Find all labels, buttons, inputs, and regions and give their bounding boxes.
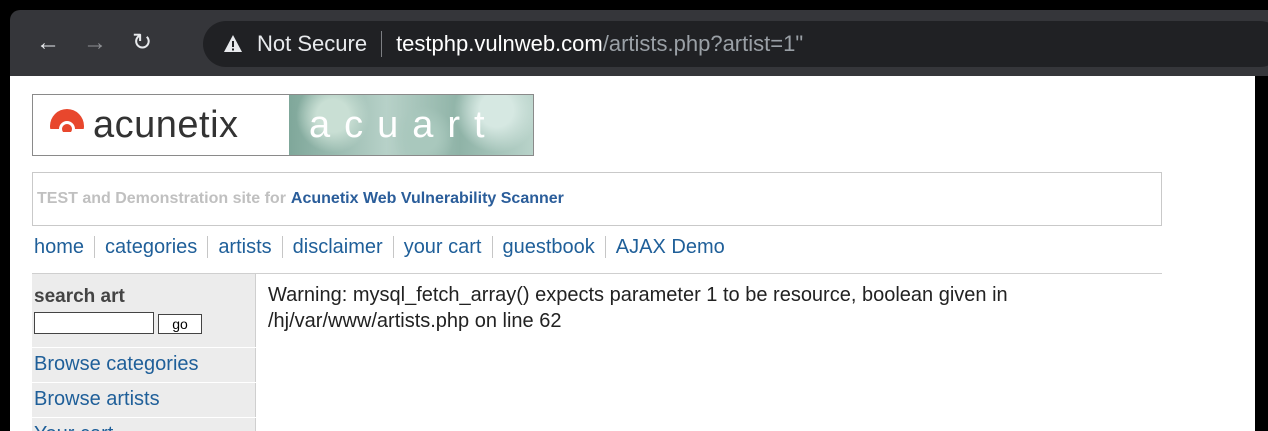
warning-icon[interactable] — [223, 34, 243, 54]
sidebar: search art go Browse categories Browse a… — [32, 274, 256, 431]
top-nav: home categories artists disclaimer your … — [34, 232, 725, 262]
site-logo[interactable]: acunetix acuart — [32, 94, 534, 156]
nav-artists[interactable]: artists — [218, 236, 271, 259]
url-host: testphp.vulnweb.com — [396, 31, 603, 56]
acuart-banner: acuart — [289, 95, 533, 155]
acunetix-mark-icon — [50, 109, 84, 144]
sidebar-link-browse-categories[interactable]: Browse categories — [32, 347, 256, 381]
tagline-brand-link[interactable]: Acunetix Web Vulnerability Scanner — [291, 190, 564, 208]
url-path: /artists.php?artist=1" — [602, 31, 804, 56]
omnibox-divider — [381, 31, 383, 57]
security-label[interactable]: Not Secure — [257, 31, 367, 57]
back-icon[interactable]: ← — [31, 26, 65, 60]
acunetix-logo: acunetix — [33, 95, 289, 155]
sidebar-link-browse-artists[interactable]: Browse artists — [32, 382, 256, 416]
nav-home[interactable]: home — [34, 236, 84, 259]
nav-divider — [392, 236, 394, 258]
nav-disclaimer[interactable]: disclaimer — [293, 236, 383, 259]
nav-your-cart[interactable]: your cart — [404, 236, 482, 259]
nav-divider — [207, 236, 209, 258]
nav-divider — [281, 236, 283, 258]
nav-ajax-demo[interactable]: AJAX Demo — [616, 236, 725, 259]
sidebar-link-your-cart[interactable]: Your cart — [32, 417, 256, 431]
forward-icon[interactable]: → — [78, 26, 112, 60]
nav-divider — [491, 236, 493, 258]
nav-divider — [604, 236, 606, 258]
reload-icon[interactable]: ↻ — [125, 26, 159, 60]
nav-guestbook[interactable]: guestbook — [503, 236, 595, 259]
page-viewport: acunetix acuart TEST and Demonstration s… — [10, 76, 1255, 431]
nav-divider — [94, 236, 96, 258]
site-tagline: TEST and Demonstration site for Acunetix… — [32, 172, 1162, 226]
php-warning-message: Warning: mysql_fetch_array() expects par… — [268, 284, 1008, 332]
address-bar[interactable]: Not Secure testphp.vulnweb.com/artists.p… — [203, 21, 1268, 67]
tagline-prefix: TEST and Demonstration site for — [37, 190, 286, 207]
search-title: search art — [34, 286, 125, 307]
go-button[interactable]: go — [158, 314, 202, 334]
browser-toolbar: ← → ↻ Not Secure testphp.vulnweb.com/art… — [10, 10, 1268, 76]
search-input[interactable] — [34, 312, 154, 334]
nav-categories[interactable]: categories — [105, 236, 197, 259]
logo-word-acunetix: acunetix — [93, 103, 239, 146]
logo-word-acuart: acuart — [309, 103, 499, 146]
